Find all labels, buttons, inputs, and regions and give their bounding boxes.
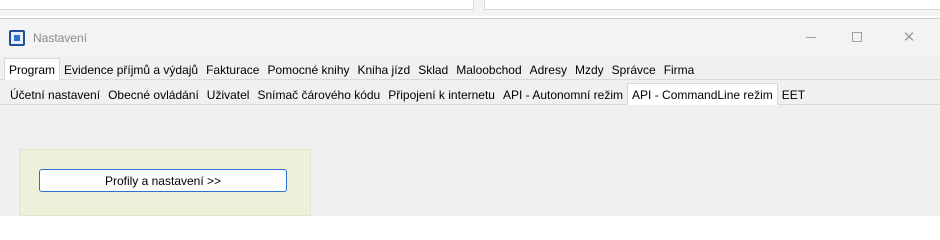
tab-uzivatel[interactable]: Uživatel [203, 85, 254, 105]
tab-program[interactable]: Program [4, 58, 61, 80]
profiles-panel: Profily a nastavení >> [19, 149, 311, 216]
window-title: Nastavení [33, 31, 88, 45]
title-bar[interactable]: Nastavení ✕ [0, 19, 940, 56]
maximize-button[interactable] [834, 25, 880, 49]
tab-maloobchod[interactable]: Maloobchod [452, 60, 525, 80]
tab-adresy[interactable]: Adresy [526, 60, 571, 80]
close-button[interactable]: ✕ [886, 25, 932, 49]
tab-evidence[interactable]: Evidence příjmů a výdajů [60, 60, 202, 80]
tab-sklad[interactable]: Sklad [414, 60, 452, 80]
close-icon: ✕ [902, 28, 916, 46]
tab-kniha-jizd[interactable]: Kniha jízd [354, 60, 415, 80]
tabs-row-sub: Účetní nastavení Obecné ovládání Uživate… [0, 83, 940, 105]
background-windows [0, 0, 940, 16]
maximize-icon [852, 32, 862, 42]
minimize-button[interactable] [788, 25, 834, 49]
minimize-icon [806, 36, 816, 38]
tab-api-autonomni-rezim[interactable]: API - Autonomní režim [499, 85, 627, 105]
tab-eet[interactable]: EET [778, 85, 809, 105]
settings-window: Nastavení ✕ Program Evidence příjmů a vý… [0, 18, 940, 216]
tab-ucetni-nastaveni[interactable]: Účetní nastavení [6, 85, 104, 105]
tab-api-commandline-rezim[interactable]: API - CommandLine režim [627, 83, 778, 105]
tab-pomocne-knihy[interactable]: Pomocné knihy [263, 60, 353, 80]
tab-pripojeni-k-internetu[interactable]: Připojení k internetu [384, 85, 499, 105]
app-icon [9, 30, 25, 46]
tab-spravce[interactable]: Správce [608, 60, 660, 80]
tab-mzdy[interactable]: Mzdy [571, 60, 608, 80]
tabs-row-main: Program Evidence příjmů a výdajů Faktura… [0, 58, 940, 80]
tab-firma[interactable]: Firma [660, 60, 699, 80]
tab-obecne-ovladani[interactable]: Obecné ovládání [104, 85, 203, 105]
background-window-right [484, 0, 940, 10]
background-window-left [0, 0, 474, 10]
tab-content-area: Profily a nastavení >> [0, 105, 940, 216]
profiles-settings-button[interactable]: Profily a nastavení >> [39, 169, 287, 192]
tab-snimac-caroveho-kodu[interactable]: Snímač čárového kódu [253, 85, 384, 105]
tab-fakturace[interactable]: Fakturace [202, 60, 263, 80]
